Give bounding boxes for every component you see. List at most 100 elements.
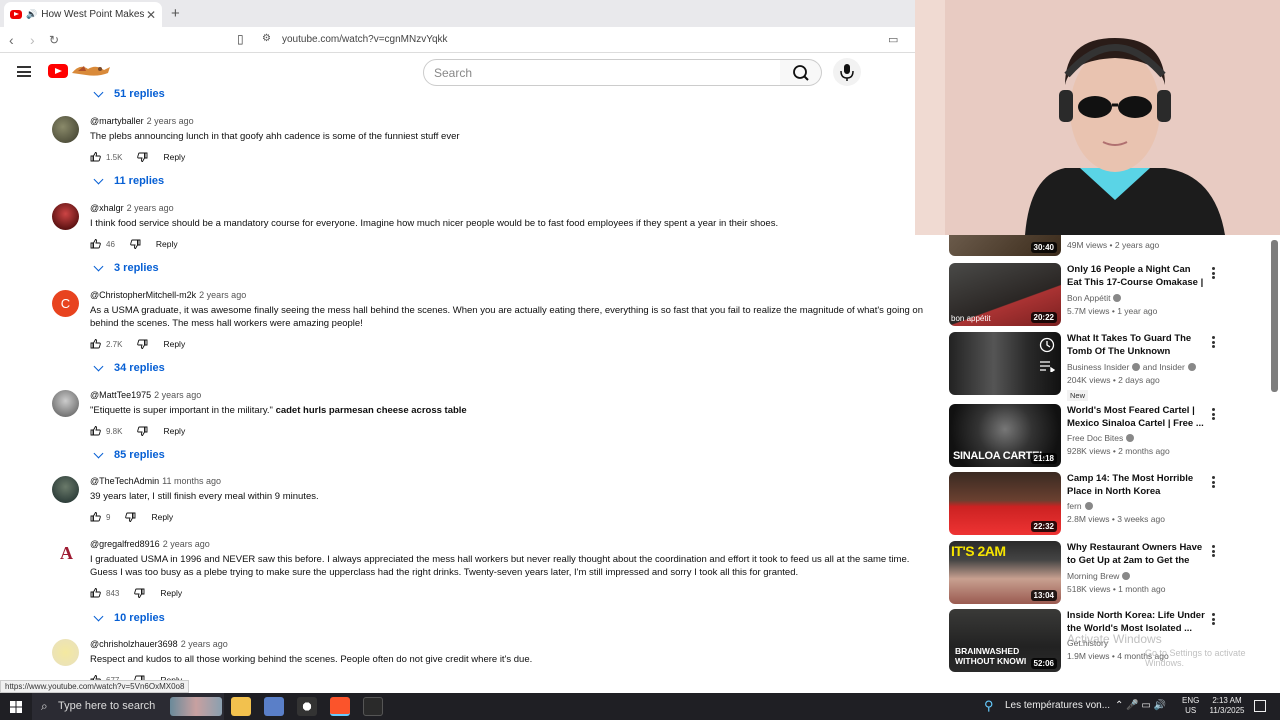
weather-widget[interactable]: Les températures von... [1005,700,1110,711]
reply-button[interactable]: Reply [163,426,185,436]
comment-author[interactable]: @ChristopherMitchell-m2k [90,290,196,300]
video-card[interactable]: 22:32 Camp 14: The Most Horrible Place i… [949,472,1279,536]
reply-button[interactable]: Reply [151,512,173,522]
more-options-icon[interactable] [1212,267,1215,279]
windows-start-icon[interactable] [10,701,22,713]
comment-time[interactable]: 2 years ago [154,390,201,400]
dislike-icon[interactable] [125,512,136,522]
video-thumbnail[interactable]: BRAINWASHED WITHOUT KNOWI 52:06 [949,609,1061,672]
comment-author[interactable]: @MattTee1975 [90,390,151,400]
more-options-icon[interactable] [1212,476,1215,488]
avatar[interactable] [52,639,79,666]
video-title[interactable]: Why Restaurant Owners Have to Get Up at … [1067,541,1207,568]
view-replies-button[interactable]: 51 replies [91,87,165,100]
channel-name-secondary[interactable]: and Insider [1143,362,1185,372]
clock[interactable]: 2:13 AM 11/3/2025 [1204,696,1250,716]
comment-time[interactable]: 2 years ago [199,290,246,300]
sidebar-scrollbar[interactable] [1271,240,1278,392]
forward-icon[interactable]: › [30,32,35,48]
view-replies-button[interactable]: 10 replies [91,611,165,624]
back-icon[interactable]: ‹ [9,32,14,48]
video-card[interactable]: 30:40 49M views • 2 years ago [949,235,1279,257]
browser-tab[interactable]: 🔊 How West Point Makes Over ✕ [4,2,162,27]
epic-games-icon[interactable] [363,697,383,716]
view-replies-button[interactable]: 11 replies [91,174,164,187]
speaker-icon[interactable]: 🔊 [26,9,37,20]
avatar[interactable]: C [52,290,79,317]
channel-name[interactable]: Business Insider [1067,362,1129,372]
video-card[interactable]: What It Takes To Guard The Tomb Of The U… [949,332,1279,401]
dislike-icon[interactable] [137,339,148,349]
menu-icon[interactable] [17,66,31,77]
comment-author[interactable]: @martyballer [90,116,144,126]
comment-time[interactable]: 2 years ago [163,539,210,549]
view-replies-button[interactable]: 3 replies [91,261,159,274]
video-thumbnail[interactable]: 30:40 [949,235,1061,256]
like-icon[interactable] [90,426,101,436]
weather-icon[interactable]: ⚲ [984,698,994,714]
like-icon[interactable] [90,588,101,598]
reply-button[interactable]: Reply [156,239,178,249]
dislike-icon[interactable] [137,152,148,162]
like-icon[interactable] [90,152,101,162]
comment-author[interactable]: @xhalgr [90,203,124,213]
doodle-logo-icon[interactable] [70,61,112,79]
site-info-icon[interactable]: ⚙ [262,33,271,44]
video-thumbnail[interactable]: 22:32 [949,472,1061,535]
comment-time[interactable]: 11 months ago [162,476,221,486]
comment-time[interactable]: 2 years ago [147,116,194,126]
obs-icon[interactable] [297,697,317,716]
dislike-icon[interactable] [130,239,141,249]
bookmark-icon[interactable]: ▯ [237,32,244,46]
video-card[interactable]: SINALOA CARTEL 21:18 World's Most Feared… [949,404,1279,468]
video-card[interactable]: bon appétit 20:22 Only 16 People a Night… [949,263,1279,327]
channel-name[interactable]: Bon Appétit [1067,293,1110,303]
video-title[interactable]: World's Most Feared Cartel | Mexico Sina… [1067,404,1207,430]
more-options-icon[interactable] [1212,408,1215,420]
avatar[interactable]: A [52,539,79,566]
comment-author[interactable]: @chrisholzhauer3698 [90,639,178,649]
more-options-icon[interactable] [1212,545,1215,557]
language-indicator[interactable]: ENG US [1182,696,1199,716]
video-title[interactable]: Camp 14: The Most Horrible Place in Nort… [1067,472,1207,498]
video-thumbnail[interactable]: bon appétit 20:22 [949,263,1061,326]
video-thumbnail[interactable]: IT'S 2AM 13:04 [949,541,1061,604]
reply-button[interactable]: Reply [163,339,185,349]
comment-time[interactable]: 2 years ago [181,639,228,649]
channel-name[interactable]: Free Doc Bites [1067,433,1123,443]
dislike-icon[interactable] [134,588,145,598]
more-options-icon[interactable] [1212,336,1215,348]
avatar[interactable] [52,203,79,230]
system-tray-icons[interactable]: ⌃ 🎤 ▭ 🔊 [1115,700,1166,711]
like-icon[interactable] [90,339,101,349]
comment-time[interactable]: 2 years ago [127,203,174,213]
like-icon[interactable] [90,512,101,522]
like-icon[interactable] [90,239,101,249]
video-thumbnail[interactable]: SINALOA CARTEL 21:18 [949,404,1061,467]
avatar[interactable] [52,476,79,503]
video-title[interactable]: Only 16 People a Night Can Eat This 17-C… [1067,263,1207,290]
video-card[interactable]: IT'S 2AM 13:04 Why Restaurant Owners Hav… [949,541,1279,605]
cast-icon[interactable]: ▭ [888,33,898,46]
notification-icon[interactable] [1254,700,1266,712]
dislike-icon[interactable] [137,426,148,436]
video-title[interactable]: What It Takes To Guard The Tomb Of The U… [1067,332,1207,359]
view-replies-button[interactable]: 34 replies [91,361,165,374]
new-tab-button[interactable]: + [171,5,180,22]
channel-name[interactable]: fern [1067,501,1082,511]
reply-button[interactable]: Reply [163,152,185,162]
video-thumbnail[interactable] [949,332,1061,395]
add-to-queue-icon[interactable] [1039,360,1055,372]
file-explorer-icon[interactable] [231,697,251,716]
watch-later-icon[interactable] [1039,337,1055,353]
youtube-logo-icon[interactable] [48,64,68,78]
comment-author[interactable]: @TheTechAdmin [90,476,159,486]
view-replies-button[interactable]: 85 replies [91,448,165,461]
avatar[interactable] [52,390,79,417]
avatar[interactable] [52,116,79,143]
comment-author[interactable]: @gregalfred8916 [90,539,160,549]
brave-browser-icon[interactable] [330,697,350,716]
url-field[interactable]: youtube.com/watch?v=cgnMNzvYqkk [282,34,448,45]
close-tab-icon[interactable]: ✕ [146,8,156,22]
calculator-icon[interactable] [264,697,284,716]
